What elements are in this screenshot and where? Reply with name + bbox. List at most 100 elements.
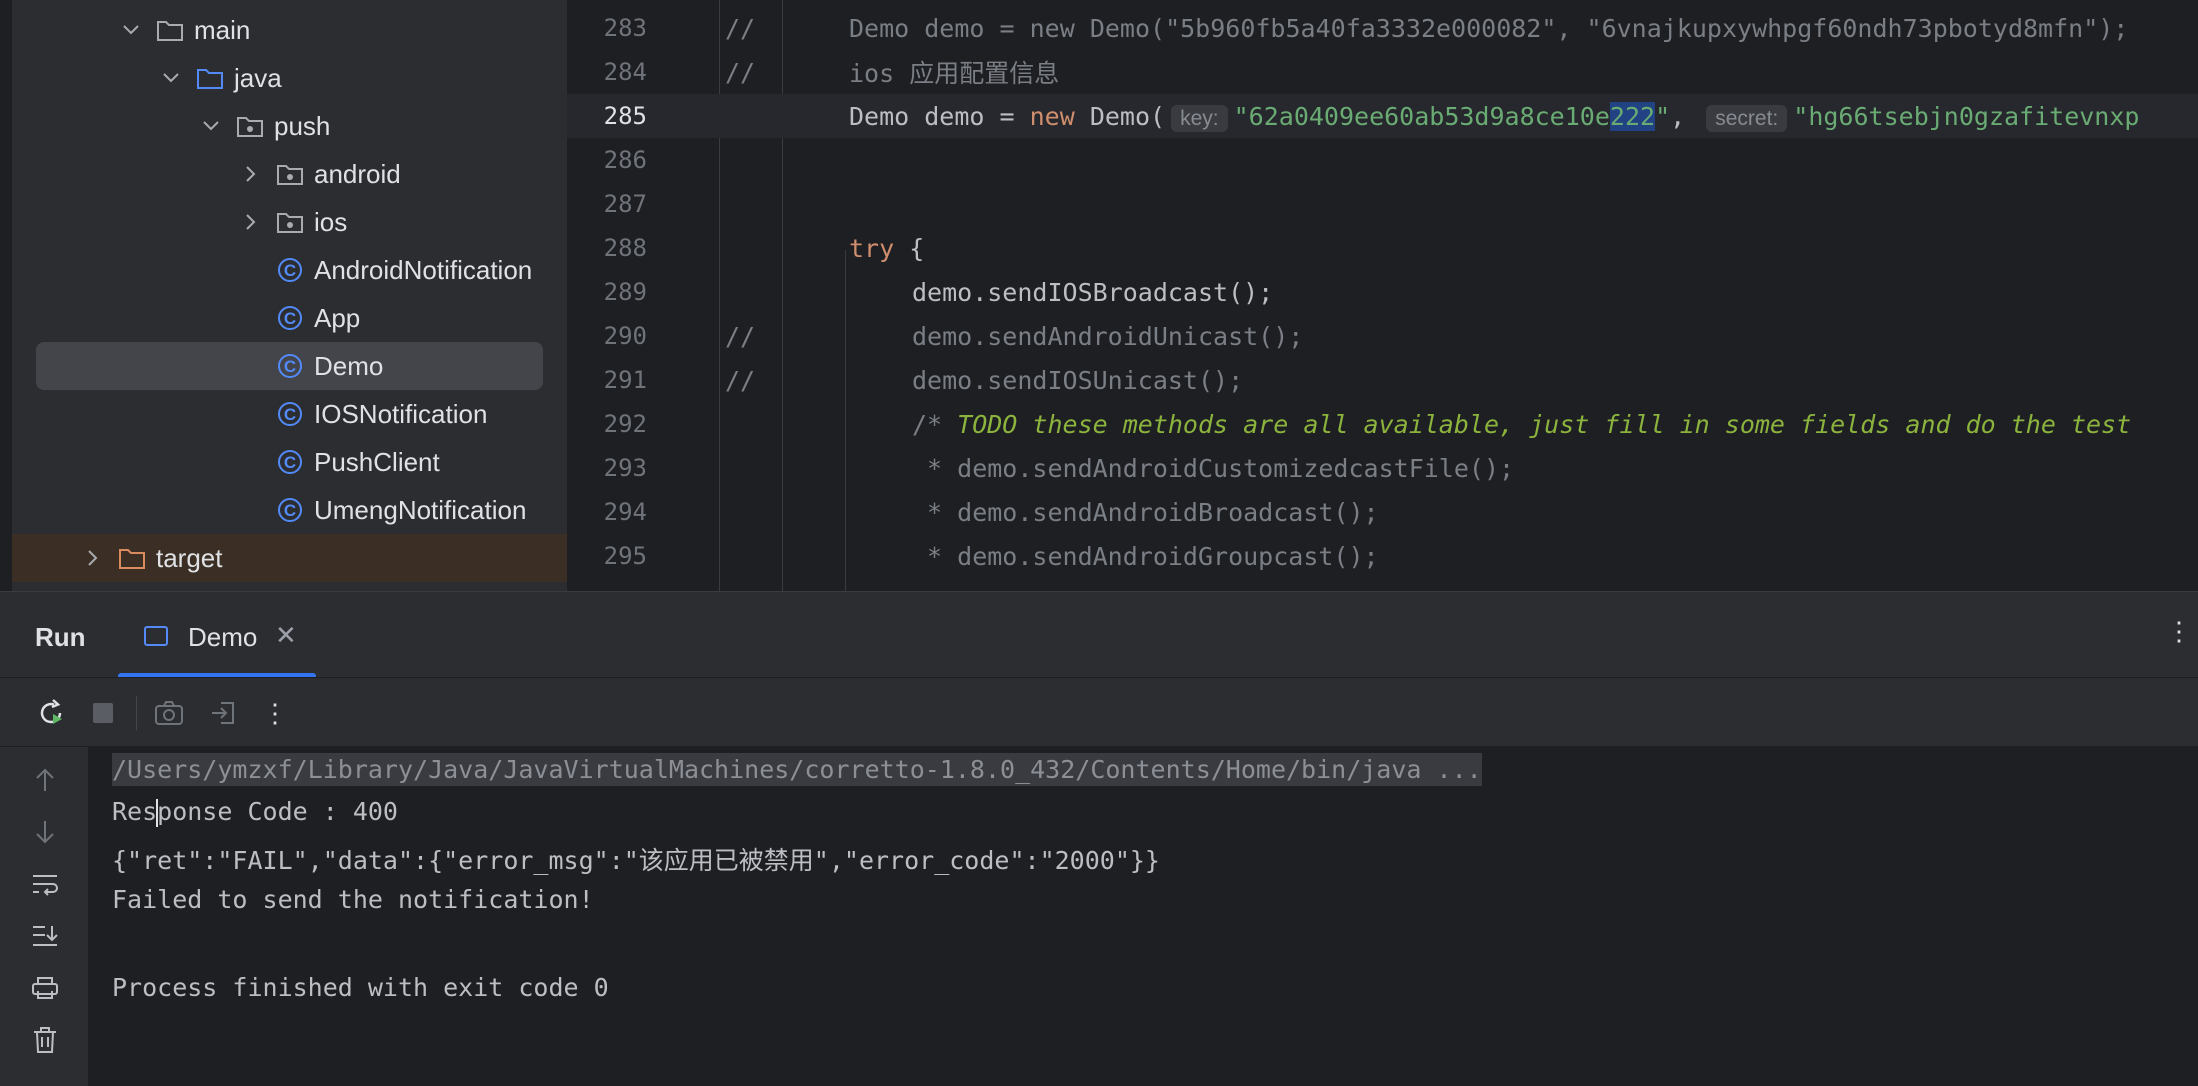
code-editor[interactable]: 283 // Demo demo = new Demo("5b960fb5a40…: [567, 0, 2198, 591]
code-token: {: [894, 233, 925, 263]
print-icon[interactable]: [30, 973, 60, 1003]
keyword-token: new: [1029, 101, 1075, 131]
tree-item-umengnotification[interactable]: C UmengNotification: [12, 486, 567, 534]
code-line[interactable]: 284 // ios 应用配置信息: [567, 50, 2198, 94]
chevron-down-icon[interactable]: [200, 115, 222, 137]
tree-item-label: ios: [314, 206, 348, 237]
console-text: ponse Code : 400: [157, 797, 398, 826]
string-token: ": [1655, 101, 1671, 131]
project-tree: main java push android ios C AndroidNoti…: [0, 0, 567, 591]
tree-item-java[interactable]: java: [12, 54, 567, 102]
code-line[interactable]: 294 * demo.sendAndroidBroadcast();: [567, 490, 2198, 534]
selected-text: 222: [1609, 101, 1656, 131]
code-line[interactable]: 292 /* TODO these methods are all availa…: [567, 402, 2198, 446]
tree-item-label: main: [194, 14, 251, 45]
console-side-toolbar: [0, 747, 88, 1086]
code-token: ,: [1670, 101, 1686, 131]
code-line[interactable]: 295 * demo.sendAndroidGroupcast();: [567, 534, 2198, 578]
code-line[interactable]: 289 demo.sendIOSBroadcast();: [567, 270, 2198, 314]
chevron-right-icon[interactable]: [240, 211, 262, 233]
excluded-folder-icon: [118, 544, 146, 572]
chevron-down-icon[interactable]: [120, 19, 142, 41]
class-icon: C: [276, 448, 304, 476]
console-command-line[interactable]: /Users/ymzxf/Library/Java/JavaVirtualMac…: [112, 753, 1482, 786]
code-text: Demo demo = new Demo(key: "62a0409ee60ab5…: [849, 101, 2140, 132]
line-number: 287: [603, 190, 647, 218]
code-text: demo.sendAndroidUnicast();: [912, 321, 1304, 351]
more-options-icon[interactable]: ⋮: [260, 698, 290, 728]
toolbar-separator: [136, 696, 137, 730]
code-line-current[interactable]: 285 Demo demo = new Demo(key: "62a0409ee6…: [567, 94, 2198, 138]
tree-item-androidnotification[interactable]: C AndroidNotification: [12, 246, 567, 294]
soft-wrap-icon[interactable]: [30, 869, 60, 899]
trash-icon[interactable]: [30, 1025, 60, 1055]
code-token: Demo demo =: [849, 101, 1030, 131]
line-number: 291: [603, 366, 647, 394]
run-toolbar: ⋮: [0, 677, 2198, 747]
code-line[interactable]: 288 try {: [567, 226, 2198, 270]
run-tab-label: Demo: [188, 622, 258, 652]
tree-item-label: PushClient: [314, 446, 440, 477]
tree-item-app[interactable]: C App: [12, 294, 567, 342]
tree-item-push[interactable]: push: [12, 102, 567, 150]
tree-item-pushclient[interactable]: C PushClient: [12, 438, 567, 486]
tree-item-iosnotification[interactable]: C IOSNotification: [12, 390, 567, 438]
line-number: 285: [603, 102, 647, 130]
console-line: Process finished with exit code 0: [112, 973, 609, 1002]
code-line[interactable]: 293 * demo.sendAndroidCustomizedcastFile…: [567, 446, 2198, 490]
keyword-token: try: [849, 233, 895, 263]
string-token: "hg66tsebjn0gzafitevnxp: [1793, 101, 2140, 131]
tree-item-demo[interactable]: C Demo: [36, 342, 543, 390]
code-text: Demo demo = new Demo("5b960fb5a40fa3332e…: [849, 13, 2129, 43]
console-output[interactable]: /Users/ymzxf/Library/Java/JavaVirtualMac…: [88, 747, 2198, 1086]
arrow-up-icon[interactable]: [30, 765, 60, 795]
code-line[interactable]: 286: [567, 138, 2198, 182]
more-options-icon[interactable]: ⋮: [2166, 616, 2192, 647]
stop-icon[interactable]: [88, 698, 118, 728]
source-folder-icon: [196, 64, 224, 92]
comment-marker: //: [725, 57, 756, 87]
code-line[interactable]: 290 // demo.sendAndroidUnicast();: [567, 314, 2198, 358]
tree-item-label: java: [234, 62, 282, 93]
console-line: {"ret":"FAIL","data":{"error_msg":"该应用已被…: [112, 846, 1160, 875]
chevron-right-icon[interactable]: [82, 547, 104, 569]
tree-item-label: IOSNotification: [314, 398, 488, 429]
line-number: 286: [603, 146, 647, 174]
tree-item-main[interactable]: main: [12, 6, 567, 54]
line-number: 283: [603, 14, 647, 42]
comment-token: /*: [912, 409, 958, 439]
comment-marker: //: [725, 321, 756, 351]
code-text: * demo.sendAndroidGroupcast();: [912, 541, 1379, 571]
tree-item-target[interactable]: target: [12, 534, 567, 582]
tree-item-label: AndroidNotification: [314, 254, 533, 285]
arrow-down-icon[interactable]: [30, 817, 60, 847]
tree-item-ios[interactable]: ios: [12, 198, 567, 246]
comment-marker: //: [725, 365, 756, 395]
run-tab-demo[interactable]: Demo ✕: [118, 592, 316, 678]
exit-icon[interactable]: [208, 698, 238, 728]
line-number: 290: [603, 322, 647, 350]
code-line[interactable]: 283 // Demo demo = new Demo("5b960fb5a40…: [567, 6, 2198, 50]
run-panel-title: Run: [35, 622, 86, 652]
code-text: demo.sendIOSUnicast();: [912, 365, 1244, 395]
tree-item-android[interactable]: android: [12, 150, 567, 198]
runnable-class-icon: C: [276, 352, 304, 380]
scroll-to-end-icon[interactable]: [30, 921, 60, 951]
close-icon[interactable]: ✕: [275, 620, 297, 651]
line-number: 295: [603, 542, 647, 570]
code-line[interactable]: 291 // demo.sendIOSUnicast();: [567, 358, 2198, 402]
code-text: * demo.sendAndroidBroadcast();: [912, 497, 1379, 527]
folder-icon: [156, 16, 184, 44]
todo-comment: TODO these methods are all available, ju…: [957, 409, 2132, 439]
run-config-icon: [144, 626, 168, 646]
package-icon: [276, 208, 304, 236]
code-text: demo.sendIOSBroadcast();: [912, 277, 1274, 307]
class-icon: C: [276, 400, 304, 428]
code-text: /* TODO these methods are all available,…: [912, 410, 2131, 439]
code-line[interactable]: 287: [567, 182, 2198, 226]
chevron-down-icon[interactable]: [160, 67, 182, 89]
rerun-icon[interactable]: [36, 698, 66, 728]
chevron-right-icon[interactable]: [240, 163, 262, 185]
tree-item-label: android: [314, 158, 401, 189]
camera-icon[interactable]: [154, 698, 184, 728]
